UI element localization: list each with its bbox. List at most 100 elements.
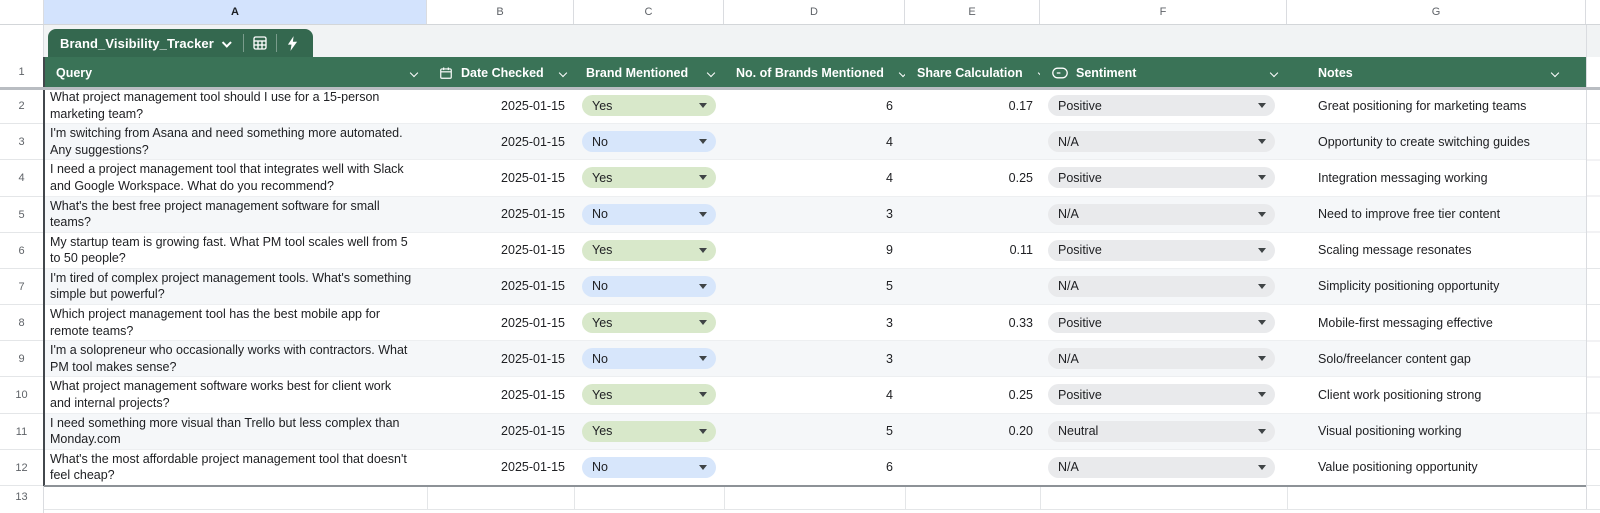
sheet-tab[interactable]: Brand_Visibility_Tracker xyxy=(48,29,313,57)
notes-cell[interactable]: Simplicity positioning opportunity xyxy=(1287,269,1586,304)
brand-mentioned-dropdown[interactable]: No xyxy=(582,348,716,369)
frozen-row-divider[interactable] xyxy=(0,87,1600,90)
sentiment-dropdown[interactable]: Positive xyxy=(1048,95,1275,116)
share-calculation-cell[interactable] xyxy=(905,197,1040,232)
row-number-6[interactable]: 6 xyxy=(0,233,43,269)
share-calculation-cell[interactable]: 0.25 xyxy=(905,377,1040,412)
query-cell[interactable]: I'm switching from Asana and need someth… xyxy=(44,124,427,159)
num-brands-cell[interactable]: 5 xyxy=(724,414,905,449)
row-number-1[interactable]: 1 xyxy=(0,57,43,88)
date-checked-cell[interactable]: 2025-01-15 xyxy=(427,124,574,159)
brand-mentioned-dropdown[interactable]: No xyxy=(582,457,716,478)
column-letter-G[interactable]: G xyxy=(1287,0,1586,24)
row-number-9[interactable]: 9 xyxy=(0,341,43,377)
num-brands-cell[interactable]: 3 xyxy=(724,305,905,340)
query-cell[interactable]: I'm a solopreneur who occasionally works… xyxy=(44,341,427,376)
row-number-5[interactable]: 5 xyxy=(0,197,43,233)
row-number-3[interactable]: 3 xyxy=(0,124,43,160)
share-calculation-cell[interactable] xyxy=(905,124,1040,159)
date-checked-cell[interactable]: 2025-01-15 xyxy=(427,88,574,123)
query-cell[interactable]: I need something more visual than Trello… xyxy=(44,414,427,449)
chevron-down-icon[interactable] xyxy=(1551,68,1559,76)
row-number-2[interactable]: 2 xyxy=(0,88,43,124)
sentiment-dropdown[interactable]: N/A xyxy=(1048,204,1275,225)
notes-cell[interactable]: Mobile-first messaging effective xyxy=(1287,305,1586,340)
num-brands-cell[interactable]: 4 xyxy=(724,377,905,412)
notes-cell[interactable]: Need to improve free tier content xyxy=(1287,197,1586,232)
brand-mentioned-dropdown[interactable]: Yes xyxy=(582,240,716,261)
share-calculation-cell[interactable] xyxy=(905,341,1040,376)
header-date-checked[interactable]: Date Checked xyxy=(427,57,574,88)
header-num-brands[interactable]: No. of Brands Mentioned xyxy=(724,57,905,88)
num-brands-cell[interactable]: 6 xyxy=(724,88,905,123)
notes-cell[interactable]: Integration messaging working xyxy=(1287,160,1586,195)
date-checked-cell[interactable]: 2025-01-15 xyxy=(427,450,574,485)
chevron-down-icon[interactable] xyxy=(410,68,418,76)
share-calculation-cell[interactable]: 0.17 xyxy=(905,88,1040,123)
brand-mentioned-dropdown[interactable]: Yes xyxy=(582,421,716,442)
brand-mentioned-dropdown[interactable]: No xyxy=(582,204,716,225)
chevron-down-icon[interactable] xyxy=(707,68,715,76)
query-cell[interactable]: What project management tool should I us… xyxy=(44,88,427,123)
quick-actions-button[interactable] xyxy=(277,29,309,57)
column-letter-F[interactable]: F xyxy=(1040,0,1287,24)
header-share-calculation[interactable]: Share Calculation xyxy=(905,57,1040,88)
chevron-down-icon[interactable] xyxy=(899,68,905,76)
date-checked-cell[interactable]: 2025-01-15 xyxy=(427,197,574,232)
date-checked-cell[interactable]: 2025-01-15 xyxy=(427,269,574,304)
column-letter-B[interactable]: B xyxy=(427,0,574,24)
num-brands-cell[interactable]: 6 xyxy=(724,450,905,485)
column-letter-D[interactable]: D xyxy=(724,0,905,24)
sentiment-dropdown[interactable]: Positive xyxy=(1048,312,1275,333)
sentiment-dropdown[interactable]: N/A xyxy=(1048,276,1275,297)
sentiment-dropdown[interactable]: N/A xyxy=(1048,131,1275,152)
query-cell[interactable]: I need a project management tool that in… xyxy=(44,160,427,195)
query-cell[interactable]: What's the best free project management … xyxy=(44,197,427,232)
date-checked-cell[interactable]: 2025-01-15 xyxy=(427,160,574,195)
sentiment-dropdown[interactable]: Positive xyxy=(1048,240,1275,261)
header-brand-mentioned[interactable]: Brand Mentioned xyxy=(574,57,724,88)
num-brands-cell[interactable]: 3 xyxy=(724,341,905,376)
brand-mentioned-dropdown[interactable]: Yes xyxy=(582,384,716,405)
share-calculation-cell[interactable]: 0.11 xyxy=(905,233,1040,268)
column-letter-C[interactable]: C xyxy=(574,0,724,24)
header-sentiment[interactable]: Sentiment xyxy=(1040,57,1287,88)
date-checked-cell[interactable]: 2025-01-15 xyxy=(427,233,574,268)
sentiment-dropdown[interactable]: N/A xyxy=(1048,348,1275,369)
query-cell[interactable]: Which project management tool has the be… xyxy=(44,305,427,340)
query-cell[interactable]: My startup team is growing fast. What PM… xyxy=(44,233,427,268)
share-calculation-cell[interactable]: 0.33 xyxy=(905,305,1040,340)
notes-cell[interactable]: Visual positioning working xyxy=(1287,414,1586,449)
share-calculation-cell[interactable] xyxy=(905,269,1040,304)
notes-cell[interactable]: Value positioning opportunity xyxy=(1287,450,1586,485)
brand-mentioned-dropdown[interactable]: No xyxy=(582,276,716,297)
chevron-down-icon[interactable] xyxy=(1037,68,1040,76)
brand-mentioned-dropdown[interactable]: Yes xyxy=(582,95,716,116)
row-number-11[interactable]: 11 xyxy=(0,414,43,450)
num-brands-cell[interactable]: 4 xyxy=(724,160,905,195)
notes-cell[interactable]: Great positioning for marketing teams xyxy=(1287,88,1586,123)
sentiment-dropdown[interactable]: Positive xyxy=(1048,384,1275,405)
num-brands-cell[interactable]: 3 xyxy=(724,197,905,232)
chevron-down-icon[interactable] xyxy=(1270,68,1278,76)
sentiment-dropdown[interactable]: N/A xyxy=(1048,457,1275,478)
row-number-10[interactable]: 10 xyxy=(0,377,43,413)
row-number-8[interactable]: 8 xyxy=(0,305,43,341)
share-calculation-cell[interactable]: 0.25 xyxy=(905,160,1040,195)
table-view-button[interactable] xyxy=(244,29,276,57)
header-query[interactable]: Query xyxy=(44,57,427,88)
header-notes[interactable]: Notes xyxy=(1287,57,1586,88)
share-calculation-cell[interactable] xyxy=(905,450,1040,485)
chevron-down-icon[interactable] xyxy=(558,68,566,76)
num-brands-cell[interactable]: 9 xyxy=(724,233,905,268)
date-checked-cell[interactable]: 2025-01-15 xyxy=(427,305,574,340)
notes-cell[interactable]: Solo/freelancer content gap xyxy=(1287,341,1586,376)
column-letter-E[interactable]: E xyxy=(905,0,1040,24)
sentiment-dropdown[interactable]: Positive xyxy=(1048,167,1275,188)
date-checked-cell[interactable]: 2025-01-15 xyxy=(427,341,574,376)
notes-cell[interactable]: Client work positioning strong xyxy=(1287,377,1586,412)
row-number-4[interactable]: 4 xyxy=(0,160,43,196)
notes-cell[interactable]: Scaling message resonates xyxy=(1287,233,1586,268)
share-calculation-cell[interactable]: 0.20 xyxy=(905,414,1040,449)
query-cell[interactable]: I'm tired of complex project management … xyxy=(44,269,427,304)
